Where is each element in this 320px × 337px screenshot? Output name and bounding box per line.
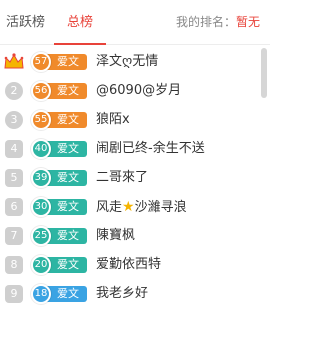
level-badge: 30 [31,197,51,217]
list-item[interactable]: 8 爱文 20 爱勤依西特 [0,251,258,279]
my-rank: 我的排名：暂无 [176,0,260,45]
user-name: 闹剧已终-余生不送 [96,141,205,156]
level-badge: 57 [31,52,51,72]
fan-tag: 爱文 [45,170,87,186]
list-item[interactable]: 爱文 57 泽文ღ无情 [0,48,258,76]
list-item[interactable]: 7 爱文 25 陳寶枫 [0,222,258,250]
rank-number: 3 [5,111,23,129]
list-item[interactable]: 6 爱文 30 风走★沙濰寻浪 [0,193,258,221]
fan-tag: 爱文 [45,141,87,157]
user-name: @6090@岁月 [96,83,182,98]
my-rank-label: 我的排名： [175,15,236,29]
rank-number: 7 [5,227,23,245]
list-item[interactable]: 3 爱文 55 狼陌x [0,106,258,134]
user-name-part: 风走 [96,200,123,215]
list-item[interactable]: 4 爱文 40 闹剧已终-余生不送 [0,135,258,163]
ranking-list: 爱文 57 泽文ღ无情 2 爱文 56 @6090@岁月 3 爱文 55 狼陌x… [0,46,258,337]
user-name-part: 沙濰寻浪 [134,200,187,215]
level-badge: 55 [31,110,51,130]
tab-bar: 活跃榜 总榜 我的排名：暂无 [0,0,270,45]
list-item[interactable]: 5 爱文 39 二哥來了 [0,164,258,192]
user-name: 二哥來了 [96,170,149,185]
fan-tag: 爱文 [45,112,87,128]
rank-number: 2 [5,82,23,100]
my-rank-value: 暂无 [235,15,260,29]
user-name: 陳寶枫 [96,228,136,243]
rank-number: 4 [5,140,23,158]
fan-tag: 爱文 [45,199,87,215]
list-item[interactable]: 9 爱文 18 我老乡好 [0,280,258,308]
level-badge: 20 [31,255,51,275]
rank-number: 5 [5,169,23,187]
user-name: 爱勤依西特 [96,257,162,272]
tab-total-ranking[interactable]: 总榜 [54,0,106,45]
tab-active-ranking[interactable]: 活跃榜 [6,0,45,45]
fan-tag: 爱文 [45,228,87,244]
user-name: 狼陌x [96,112,130,127]
level-badge: 18 [31,284,51,304]
user-name: 我老乡好 [96,286,149,301]
level-badge: 25 [31,226,51,246]
scrollbar-thumb[interactable] [261,48,267,98]
level-badge: 56 [31,81,51,101]
rank-number: 8 [5,256,23,274]
fan-tag: 爱文 [45,83,87,99]
level-badge: 40 [31,139,51,159]
fan-tag: 爱文 [45,257,87,273]
rank-number: 6 [5,198,23,216]
crown-icon [4,53,24,69]
user-name: 泽文ღ无情 [96,54,159,69]
list-item[interactable]: 2 爱文 56 @6090@岁月 [0,77,258,105]
fan-tag: 爱文 [45,286,87,302]
rank-number: 9 [5,285,23,303]
fan-tag: 爱文 [45,54,87,70]
star-icon: ★ [122,199,135,215]
user-name: 风走★沙濰寻浪 [96,193,187,221]
level-badge: 39 [31,168,51,188]
